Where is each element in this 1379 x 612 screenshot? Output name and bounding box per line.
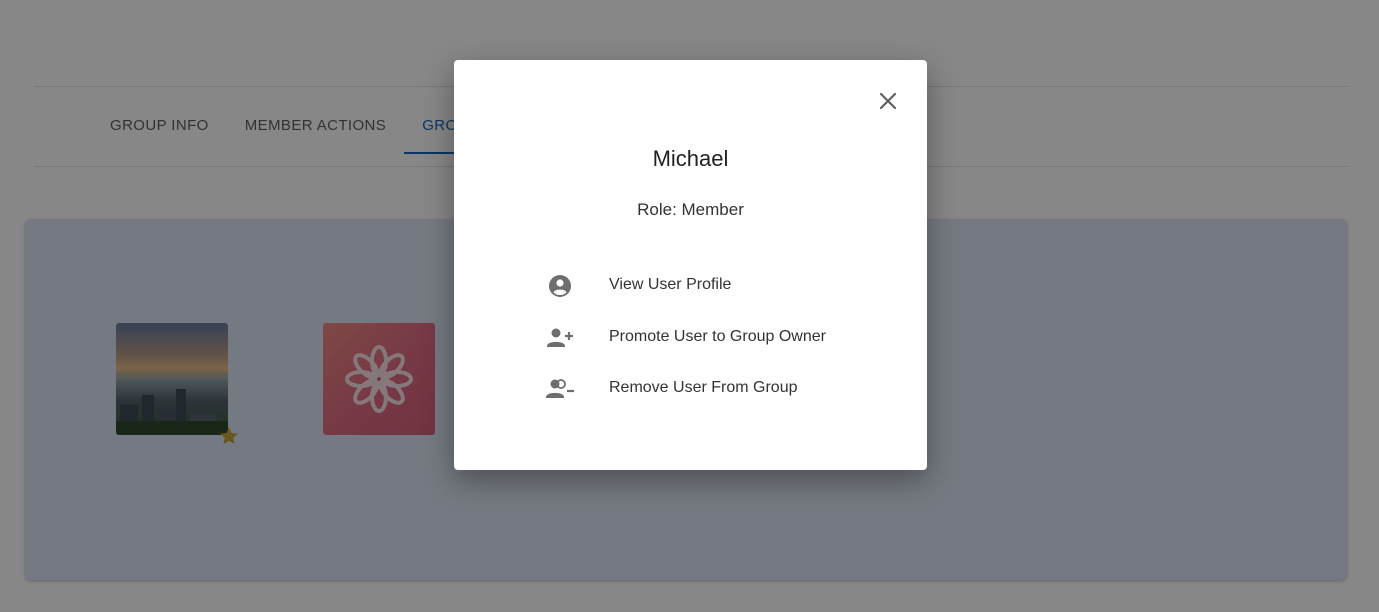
member-role: Role: Member: [637, 200, 744, 219]
person-remove-icon: [546, 379, 574, 398]
promote-owner-label: Promote User to Group Owner: [609, 328, 826, 345]
view-profile-label: View User Profile: [609, 276, 732, 293]
person-add-icon: [547, 328, 573, 347]
remove-user-action[interactable]: Remove User From Group: [534, 369, 864, 409]
promote-owner-action[interactable]: Promote User to Group Owner: [534, 318, 864, 358]
close-icon[interactable]: [873, 86, 903, 116]
account-circle-icon: [549, 275, 571, 297]
member-name: Michael: [652, 146, 729, 171]
remove-user-label: Remove User From Group: [609, 379, 798, 396]
member-dialog: Michael Role: Member View User Profile P…: [454, 60, 927, 470]
view-profile-action[interactable]: View User Profile: [534, 266, 864, 306]
